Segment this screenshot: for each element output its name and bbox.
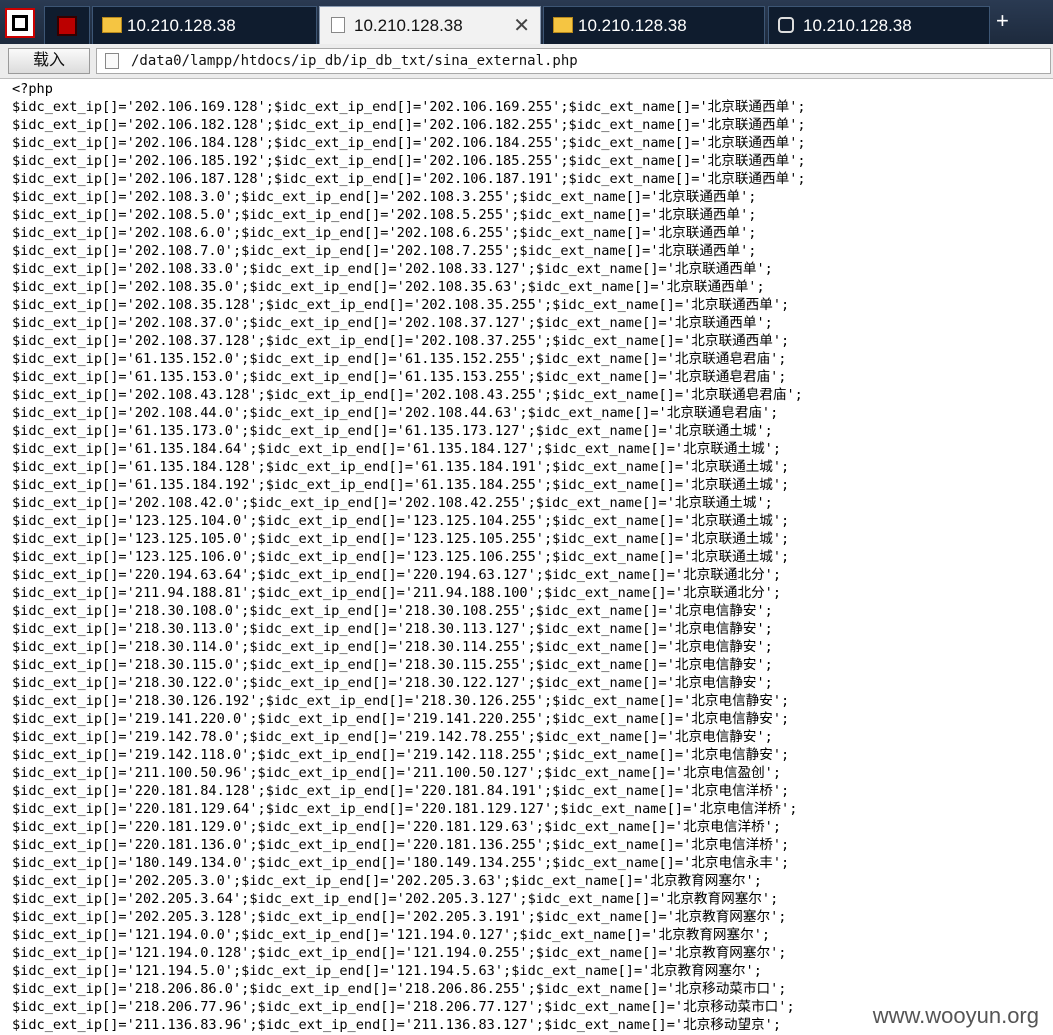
page-icon [331, 17, 345, 33]
tab-folder-1[interactable]: 10.210.128.38 [92, 6, 317, 44]
code-line: $idc_ext_ip[]='202.205.3.64';$idc_ext_ip… [12, 891, 779, 907]
code-line: $idc_ext_ip[]='123.125.104.0';$idc_ext_i… [12, 513, 790, 529]
code-line: $idc_ext_ip[]='202.108.5.0';$idc_ext_ip_… [12, 207, 757, 223]
code-line: $idc_ext_ip[]='202.108.37.0';$idc_ext_ip… [12, 315, 773, 331]
code-line: $idc_ext_ip[]='61.135.184.192';$idc_ext_… [12, 477, 790, 493]
code-line: $idc_ext_ip[]='202.108.6.0';$idc_ext_ip_… [12, 225, 757, 241]
code-line: $idc_ext_ip[]='121.194.0.0';$idc_ext_ip_… [12, 927, 771, 943]
code-line: $idc_ext_ip[]='202.108.44.0';$idc_ext_ip… [12, 405, 779, 421]
code-line: $idc_ext_ip[]='202.106.169.128';$idc_ext… [12, 99, 806, 115]
code-line: $idc_ext_ip[]='202.108.7.0';$idc_ext_ip_… [12, 243, 757, 259]
database-icon [778, 17, 794, 33]
code-line: $idc_ext_ip[]='202.108.42.0';$idc_ext_ip… [12, 495, 773, 511]
tab-label: 10.210.128.38 [578, 16, 687, 35]
tab-bar: 10.210.128.38 10.210.128.38 ✕ 10.210.128… [0, 0, 1053, 44]
code-line: $idc_ext_ip[]='218.30.126.192';$idc_ext_… [12, 693, 790, 709]
code-line: $idc_ext_ip[]='211.100.50.96';$idc_ext_i… [12, 765, 782, 781]
app-logo-icon[interactable] [5, 8, 35, 38]
close-tab-icon[interactable]: ✕ [513, 7, 530, 45]
tab-database[interactable]: 10.210.128.38 [768, 6, 990, 44]
tab-label: 10.210.128.38 [127, 16, 236, 35]
code-line: $idc_ext_ip[]='202.108.43.128';$idc_ext_… [12, 387, 803, 403]
watermark: www.wooyun.org [868, 1003, 1043, 1029]
code-line: $idc_ext_ip[]='202.106.185.192';$idc_ext… [12, 153, 806, 169]
code-line: $idc_ext_ip[]='202.106.184.128';$idc_ext… [12, 135, 806, 151]
code-line: $idc_ext_ip[]='61.135.153.0';$idc_ext_ip… [12, 369, 787, 385]
code-line: $idc_ext_ip[]='220.194.63.64';$idc_ext_i… [12, 567, 782, 583]
tab-red[interactable] [44, 6, 90, 44]
code-line: $idc_ext_ip[]='202.106.182.128';$idc_ext… [12, 117, 806, 133]
code-line: $idc_ext_ip[]='202.205.3.128';$idc_ext_i… [12, 909, 787, 925]
code-line: $idc_ext_ip[]='61.135.173.0';$idc_ext_ip… [12, 423, 773, 439]
code-line: $idc_ext_ip[]='61.135.184.64';$idc_ext_i… [12, 441, 782, 457]
address-bar: 载入 /data0/lampp/htdocs/ip_db/ip_db_txt/s… [0, 44, 1053, 79]
code-line: $idc_ext_ip[]='220.181.129.64';$idc_ext_… [12, 801, 798, 817]
code-line: $idc_ext_ip[]='218.30.122.0';$idc_ext_ip… [12, 675, 773, 691]
code-line: $idc_ext_ip[]='202.108.35.128';$idc_ext_… [12, 297, 790, 313]
tab-label: 10.210.128.38 [354, 16, 463, 35]
code-line: $idc_ext_ip[]='211.94.188.81';$idc_ext_i… [12, 585, 782, 601]
code-line: $idc_ext_ip[]='61.135.184.128';$idc_ext_… [12, 459, 790, 475]
code-line: $idc_ext_ip[]='180.149.134.0';$idc_ext_i… [12, 855, 790, 871]
tab-label: 10.210.128.38 [803, 16, 912, 35]
code-line: $idc_ext_ip[]='202.205.3.0';$idc_ext_ip_… [12, 873, 762, 889]
code-view[interactable]: <?php $idc_ext_ip[]='202.106.169.128';$id… [12, 80, 1042, 1034]
code-line: $idc_ext_ip[]='202.106.187.128';$idc_ext… [12, 171, 806, 187]
code-line: $idc_ext_ip[]='202.108.3.0';$idc_ext_ip_… [12, 189, 757, 205]
code-line: $idc_ext_ip[]='202.108.33.0';$idc_ext_ip… [12, 261, 773, 277]
new-tab-button[interactable]: + [996, 8, 1009, 34]
load-button[interactable]: 载入 [8, 48, 90, 74]
file-icon [105, 53, 119, 69]
path-field[interactable]: /data0/lampp/htdocs/ip_db/ip_db_txt/sina… [96, 48, 1051, 74]
code-line: $idc_ext_ip[]='218.30.115.0';$idc_ext_ip… [12, 657, 773, 673]
folder-icon [102, 17, 122, 33]
code-line: $idc_ext_ip[]='121.194.5.0';$idc_ext_ip_… [12, 963, 762, 979]
code-line: $idc_ext_ip[]='123.125.105.0';$idc_ext_i… [12, 531, 790, 547]
red-square-icon [57, 16, 77, 36]
code-line: $idc_ext_ip[]='219.141.220.0';$idc_ext_i… [12, 711, 790, 727]
code-line: $idc_ext_ip[]='219.142.78.0';$idc_ext_ip… [12, 729, 773, 745]
code-line: $idc_ext_ip[]='218.30.108.0';$idc_ext_ip… [12, 603, 773, 619]
code-line: $idc_ext_ip[]='220.181.84.128';$idc_ext_… [12, 783, 790, 799]
tab-active-file[interactable]: 10.210.128.38 ✕ [319, 6, 541, 44]
tab-folder-2[interactable]: 10.210.128.38 [543, 6, 765, 44]
code-line: $idc_ext_ip[]='202.108.37.128';$idc_ext_… [12, 333, 790, 349]
code-line: $idc_ext_ip[]='61.135.152.0';$idc_ext_ip… [12, 351, 787, 367]
file-path: /data0/lampp/htdocs/ip_db/ip_db_txt/sina… [131, 53, 578, 69]
code-line: $idc_ext_ip[]='123.125.106.0';$idc_ext_i… [12, 549, 790, 565]
code-line: $idc_ext_ip[]='220.181.136.0';$idc_ext_i… [12, 837, 790, 853]
code-line: $idc_ext_ip[]='202.108.35.0';$idc_ext_ip… [12, 279, 765, 295]
code-line: $idc_ext_ip[]='220.181.129.0';$idc_ext_i… [12, 819, 782, 835]
code-line: $idc_ext_ip[]='218.206.86.0';$idc_ext_ip… [12, 981, 787, 997]
code-line: $idc_ext_ip[]='121.194.0.128';$idc_ext_i… [12, 945, 787, 961]
code-line: $idc_ext_ip[]='219.142.118.0';$idc_ext_i… [12, 747, 790, 763]
code-line: <?php [12, 81, 53, 97]
folder-icon [553, 17, 573, 33]
code-line: $idc_ext_ip[]='218.30.113.0';$idc_ext_ip… [12, 621, 773, 637]
code-line: $idc_ext_ip[]='218.30.114.0';$idc_ext_ip… [12, 639, 773, 655]
